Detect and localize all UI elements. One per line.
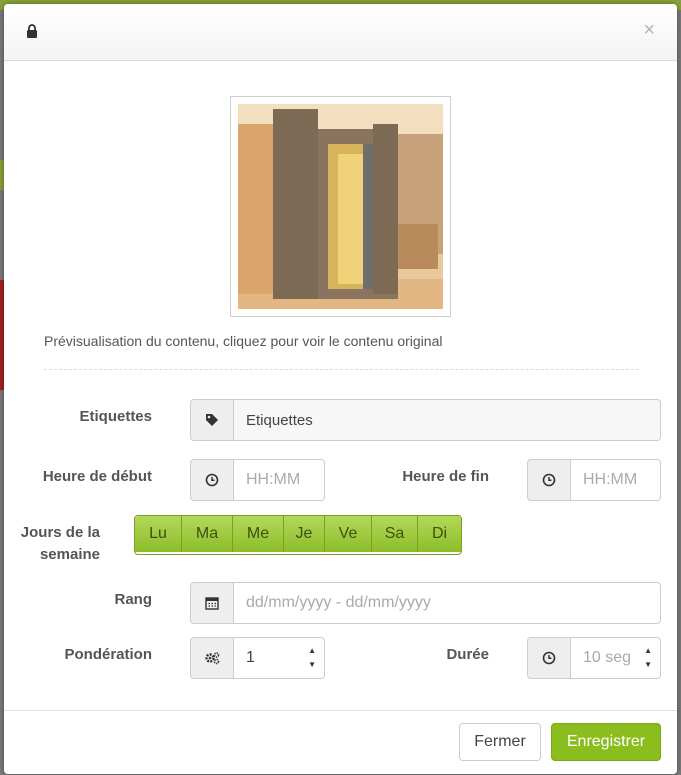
close-button[interactable]: Fermer — [459, 723, 541, 761]
day-toggle-me[interactable]: Me — [233, 516, 284, 552]
end-time-label: Heure de fin — [402, 468, 489, 485]
tag-icon — [206, 414, 218, 426]
weighting-value: 1 — [246, 649, 255, 666]
gears-icon — [205, 652, 220, 665]
modal-header: × — [4, 4, 677, 61]
content-modal: × Prévisualisation du contenu, cliquez p… — [4, 4, 677, 774]
divider — [44, 369, 639, 370]
range-label: Rang — [114, 591, 153, 608]
day-toggle-ma[interactable]: Ma — [182, 516, 233, 552]
duration-placeholder: 10 seg — [583, 649, 632, 666]
modal-footer: Fermer Enregistrer — [4, 710, 677, 774]
day-toggle-lu[interactable]: Lu — [135, 516, 182, 552]
end-time-addon — [527, 459, 571, 501]
tags-input[interactable]: Etiquettes — [234, 399, 661, 441]
duration-addon — [527, 637, 571, 679]
weighting-input[interactable]: 1 ▲ ▼ — [234, 637, 325, 679]
duration-spinner[interactable]: ▲ ▼ — [644, 644, 652, 672]
clock-icon — [205, 473, 219, 487]
tags-label: Etiquettes — [79, 408, 152, 425]
weekday-toggle-group: Lu Ma Me Je Ve Sa Di — [134, 515, 462, 555]
day-toggle-ve[interactable]: Ve — [325, 516, 372, 552]
start-time-label: Heure de début — [42, 468, 152, 485]
preview-caption: Prévisualisation du contenu, cliquez pou… — [44, 333, 443, 349]
clock-icon — [542, 473, 556, 487]
weekdays-label: Jours de la semaine — [14, 522, 100, 566]
weighting-label: Pondération — [64, 646, 152, 663]
day-toggle-sa[interactable]: Sa — [372, 516, 418, 552]
duration-label: Durée — [446, 646, 489, 663]
day-toggle-di[interactable]: Di — [418, 516, 461, 552]
save-button[interactable]: Enregistrer — [551, 723, 661, 761]
weekdays-label-line1: Jours de la — [20, 524, 100, 541]
duration-input[interactable]: 10 seg ▲ ▼ — [571, 637, 661, 679]
tags-addon — [190, 399, 234, 441]
clock-icon — [542, 651, 556, 665]
weekdays-label-line2: semaine — [39, 546, 100, 563]
weighting-spinner[interactable]: ▲ ▼ — [308, 644, 316, 672]
date-range-input[interactable]: dd/mm/yyyy - dd/mm/yyyy — [234, 582, 661, 624]
close-icon[interactable]: × — [643, 20, 655, 40]
content-preview[interactable] — [230, 96, 451, 317]
calendar-icon — [205, 597, 219, 610]
day-toggle-je[interactable]: Je — [284, 516, 325, 552]
end-time-input[interactable]: HH:MM — [571, 459, 661, 501]
preview-image[interactable] — [238, 104, 443, 309]
lock-icon — [27, 24, 37, 38]
range-addon — [190, 582, 234, 624]
start-time-input[interactable]: HH:MM — [234, 459, 325, 501]
start-time-addon — [190, 459, 234, 501]
weighting-addon — [190, 637, 234, 679]
